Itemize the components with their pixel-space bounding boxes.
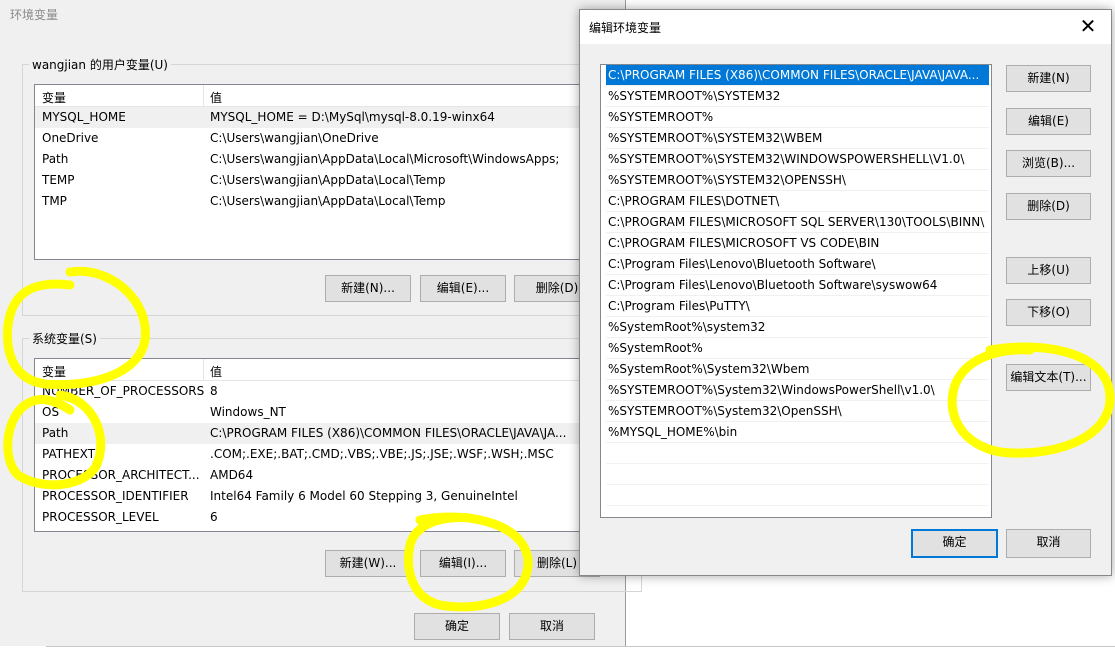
variable-name: NUMBER_OF_PROCESSORS — [42, 384, 205, 398]
table-row[interactable]: MYSQL_HOME MYSQL_HOME = D:\MySql\mysql-8… — [35, 107, 633, 128]
variable-name: PATHEXT — [42, 447, 96, 461]
variable-value: Intel64 Family 6 Model 60 Stepping 3, Ge… — [210, 489, 518, 503]
table-row[interactable]: TMP C:\Users\wangjian\AppData\Local\Temp — [35, 191, 633, 212]
variable-value: 8 — [210, 384, 218, 398]
close-icon[interactable]: ✕ — [1065, 10, 1111, 44]
variable-value: C:\Users\wangjian\AppData\Local\Temp — [210, 194, 446, 208]
list-item[interactable]: C:\PROGRAM FILES\MICROSOFT SQL SERVER\13… — [606, 212, 989, 233]
path-list[interactable]: C:\PROGRAM FILES (X86)\COMMON FILES\ORAC… — [600, 64, 992, 518]
variable-name: Path — [42, 152, 69, 166]
dialog-titlebar: 编辑环境变量 ✕ — [580, 10, 1111, 44]
list-item[interactable]: C:\Program Files\Lenovo\Bluetooth Softwa… — [606, 275, 989, 296]
list-item[interactable]: %SYSTEMROOT%\System32\WindowsPowerShell\… — [606, 380, 989, 401]
move-up-button[interactable]: 上移(U) — [1006, 257, 1091, 284]
variable-name: PROCESSOR_ARCHITECT... — [42, 468, 200, 482]
variable-value: C:\Users\wangjian\AppData\Local\Microsof… — [210, 152, 560, 166]
edit-text-button[interactable]: 编辑文本(T)... — [1006, 364, 1091, 391]
list-item[interactable]: %SystemRoot%\system32 — [606, 317, 989, 338]
variable-name: MYSQL_HOME — [42, 110, 126, 124]
variable-value: Windows_NT — [210, 405, 286, 419]
system-variables-list[interactable]: 变量 值 NUMBER_OF_PROCESSORS 8 OS Windows_N… — [34, 358, 634, 532]
user-edit-button[interactable]: 编辑(E)... — [420, 275, 506, 302]
list-item[interactable]: %SystemRoot% — [606, 338, 989, 359]
list-item[interactable]: C:\PROGRAM FILES\DOTNET\ — [606, 191, 989, 212]
variable-name: TEMP — [42, 173, 75, 187]
column-header-value[interactable]: 值 — [210, 89, 222, 106]
variable-value: .COM;.EXE;.BAT;.CMD;.VBS;.VBE;.JS;.JSE;.… — [210, 447, 554, 461]
variable-name: TMP — [42, 194, 67, 208]
edit-environment-variable-dialog: 编辑环境变量 ✕ C:\PROGRAM FILES (X86)\COMMON F… — [579, 9, 1112, 576]
variable-value: AMD64 — [210, 468, 254, 482]
column-header-variable[interactable]: 变量 — [42, 89, 66, 106]
variable-name: OS — [42, 405, 60, 419]
list-item[interactable]: %SYSTEMROOT%\SYSTEM32 — [606, 86, 989, 107]
table-row[interactable]: OneDrive C:\Users\wangjian\OneDrive — [35, 128, 633, 149]
dialog-ok-button[interactable]: 确定 — [911, 529, 998, 558]
user-variables-list[interactable]: 变量 值 MYSQL_HOME MYSQL_HOME = D:\MySql\my… — [34, 84, 634, 260]
dialog-cancel-button[interactable]: 取消 — [1006, 529, 1091, 558]
table-row[interactable]: PATHEXT .COM;.EXE;.BAT;.CMD;.VBS;.VBE;.J… — [35, 444, 633, 465]
dialog-title: 编辑环境变量 — [589, 21, 662, 35]
list-item[interactable]: %MYSQL_HOME%\bin — [606, 422, 989, 443]
table-row[interactable]: Path C:\PROGRAM FILES (X86)\COMMON FILES… — [35, 423, 633, 444]
ok-button[interactable]: 确定 — [414, 613, 500, 640]
variable-name: OneDrive — [42, 131, 99, 145]
edit-button[interactable]: 编辑(E) — [1006, 108, 1091, 135]
table-row[interactable]: OS Windows_NT — [35, 402, 633, 423]
list-item[interactable]: C:\Program Files\PuTTY\ — [606, 296, 989, 317]
list-item[interactable]: %SYSTEMROOT%\SYSTEM32\WBEM — [606, 128, 989, 149]
column-header-variable[interactable]: 变量 — [42, 363, 66, 380]
list-item[interactable]: C:\PROGRAM FILES\MICROSOFT VS CODE\BIN — [606, 233, 989, 254]
move-down-button[interactable]: 下移(O) — [1006, 299, 1091, 326]
column-header-value[interactable]: 值 — [210, 363, 222, 380]
list-header: 变量 值 — [35, 359, 633, 381]
table-row[interactable]: PROCESSOR_IDENTIFIER Intel64 Family 6 Mo… — [35, 486, 633, 507]
list-item[interactable]: %SYSTEMROOT%\System32\OpenSSH\ — [606, 401, 989, 422]
empty-list-slot[interactable] — [606, 485, 989, 506]
table-row[interactable]: PROCESSOR_LEVEL 6 — [35, 507, 633, 528]
table-row[interactable]: Path C:\Users\wangjian\AppData\Local\Mic… — [35, 149, 633, 170]
list-item[interactable]: %SystemRoot%\System32\Wbem — [606, 359, 989, 380]
list-item[interactable]: C:\Program Files\Lenovo\Bluetooth Softwa… — [606, 254, 989, 275]
table-row[interactable]: NUMBER_OF_PROCESSORS 8 — [35, 381, 633, 402]
variable-value: MYSQL_HOME = D:\MySql\mysql-8.0.19-winx6… — [210, 110, 495, 124]
empty-list-slot[interactable] — [606, 443, 989, 464]
system-variables-label: 系统变量(S) — [32, 332, 97, 346]
delete-button[interactable]: 删除(D) — [1006, 193, 1091, 220]
variable-value: C:\PROGRAM FILES (X86)\COMMON FILES\ORAC… — [210, 426, 567, 440]
user-new-button[interactable]: 新建(N)... — [325, 275, 411, 302]
new-button[interactable]: 新建(N) — [1006, 65, 1091, 92]
variable-name: PROCESSOR_LEVEL — [42, 510, 159, 524]
list-item[interactable]: %SYSTEMROOT% — [606, 107, 989, 128]
environment-variables-window: 环境变量 wangjian 的用户变量(U) 变量 值 MYSQL_HOME M… — [0, 0, 642, 661]
variable-value: 6 — [210, 510, 218, 524]
browse-button[interactable]: 浏览(B)... — [1006, 150, 1091, 177]
background-page-strip — [0, 646, 1115, 661]
user-variables-label: wangjian 的用户变量(U) — [32, 58, 168, 72]
variable-name: PROCESSOR_IDENTIFIER — [42, 489, 189, 503]
system-edit-button[interactable]: 编辑(I)... — [420, 550, 506, 577]
list-item[interactable]: C:\PROGRAM FILES (X86)\COMMON FILES\ORAC… — [606, 65, 989, 86]
list-item[interactable]: %SYSTEMROOT%\SYSTEM32\WINDOWSPOWERSHELL\… — [606, 149, 989, 170]
table-row[interactable]: PROCESSOR_ARCHITECT... AMD64 — [35, 465, 633, 486]
cancel-button[interactable]: 取消 — [509, 613, 595, 640]
list-item[interactable]: %SYSTEMROOT%\SYSTEM32\OPENSSH\ — [606, 170, 989, 191]
empty-list-slot[interactable] — [606, 464, 989, 485]
variable-value: C:\Users\wangjian\OneDrive — [210, 131, 379, 145]
variable-name: Path — [42, 426, 69, 440]
window-title: 环境变量 — [10, 8, 59, 22]
table-row[interactable]: TEMP C:\Users\wangjian\AppData\Local\Tem… — [35, 170, 633, 191]
list-header: 变量 值 — [35, 85, 633, 107]
variable-value: C:\Users\wangjian\AppData\Local\Temp — [210, 173, 446, 187]
system-new-button[interactable]: 新建(W)... — [325, 550, 411, 577]
